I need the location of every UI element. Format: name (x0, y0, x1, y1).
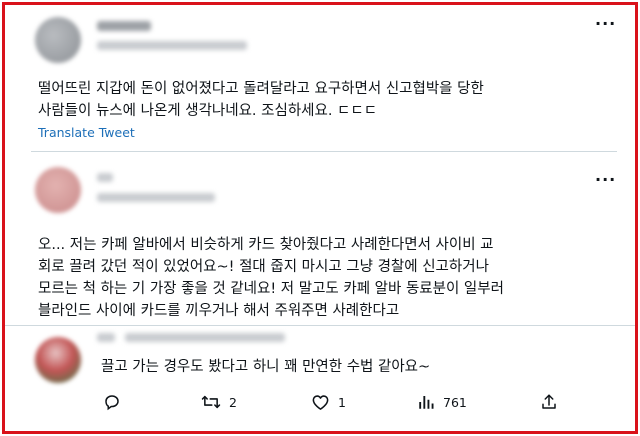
reply-text-line: 블라인드 사이에 카드를 끼우거나 해서 주워주면 사례한다고 (38, 303, 400, 319)
reply-text-line: 회로 끌려 갔던 적이 있었어요~! 절대 줍지 마시고 그냥 경찰에 신고하거… (38, 259, 489, 275)
blurred-username (97, 21, 151, 31)
tweet-text-line: 사람들이 뉴스에 나온게 생각나네요. 조심하세요. ㄷㄷㄷ (38, 103, 378, 119)
views-icon (417, 393, 435, 411)
blurred-handle (125, 333, 285, 342)
action-bar: 2 1 761 (5, 393, 635, 417)
reply-icon (103, 393, 121, 411)
divider (31, 151, 617, 152)
heart-icon (311, 393, 330, 411)
views-count: 761 (443, 394, 467, 410)
avatar[interactable] (35, 337, 81, 383)
translate-tweet-link[interactable]: Translate Tweet (38, 125, 135, 140)
retweet-button[interactable]: 2 (201, 393, 237, 411)
reply-text-line: 오... 저는 카페 알바에서 비슷하게 카드 찾아줬다고 사례한다면서 사이비… (38, 237, 494, 253)
avatar[interactable] (35, 17, 81, 63)
tweet-text-line: 떨어뜨린 지갑에 돈이 없어졌다고 돌려달라고 요구하면서 신고협박을 당한 (38, 81, 484, 97)
blurred-handle (97, 41, 247, 50)
like-count: 1 (338, 394, 346, 410)
reply-button[interactable] (103, 393, 121, 411)
avatar[interactable] (35, 167, 81, 213)
retweet-icon (201, 393, 221, 411)
more-options-icon[interactable]: ··· (595, 16, 616, 32)
blurred-username (97, 333, 115, 342)
reply-text-line: 끌고 가는 경우도 봤다고 하니 꽤 만연한 수법 같아요~ (101, 359, 431, 375)
share-icon (540, 393, 558, 411)
blurred-handle (97, 193, 215, 202)
views-button[interactable]: 761 (417, 393, 467, 411)
share-button[interactable] (540, 393, 558, 411)
reply-text-line: 모르는 척 하는 기 가장 좋을 것 같네요! 저 말고도 카페 알바 동료분이… (38, 281, 504, 297)
blurred-username (97, 173, 113, 182)
retweet-count: 2 (229, 394, 237, 410)
like-button[interactable]: 1 (311, 393, 346, 411)
more-options-icon[interactable]: ··· (595, 172, 616, 188)
screenshot-frame: ··· 떨어뜨린 지갑에 돈이 없어졌다고 돌려달라고 요구하면서 신고협박을 … (2, 2, 638, 434)
divider (5, 325, 635, 326)
